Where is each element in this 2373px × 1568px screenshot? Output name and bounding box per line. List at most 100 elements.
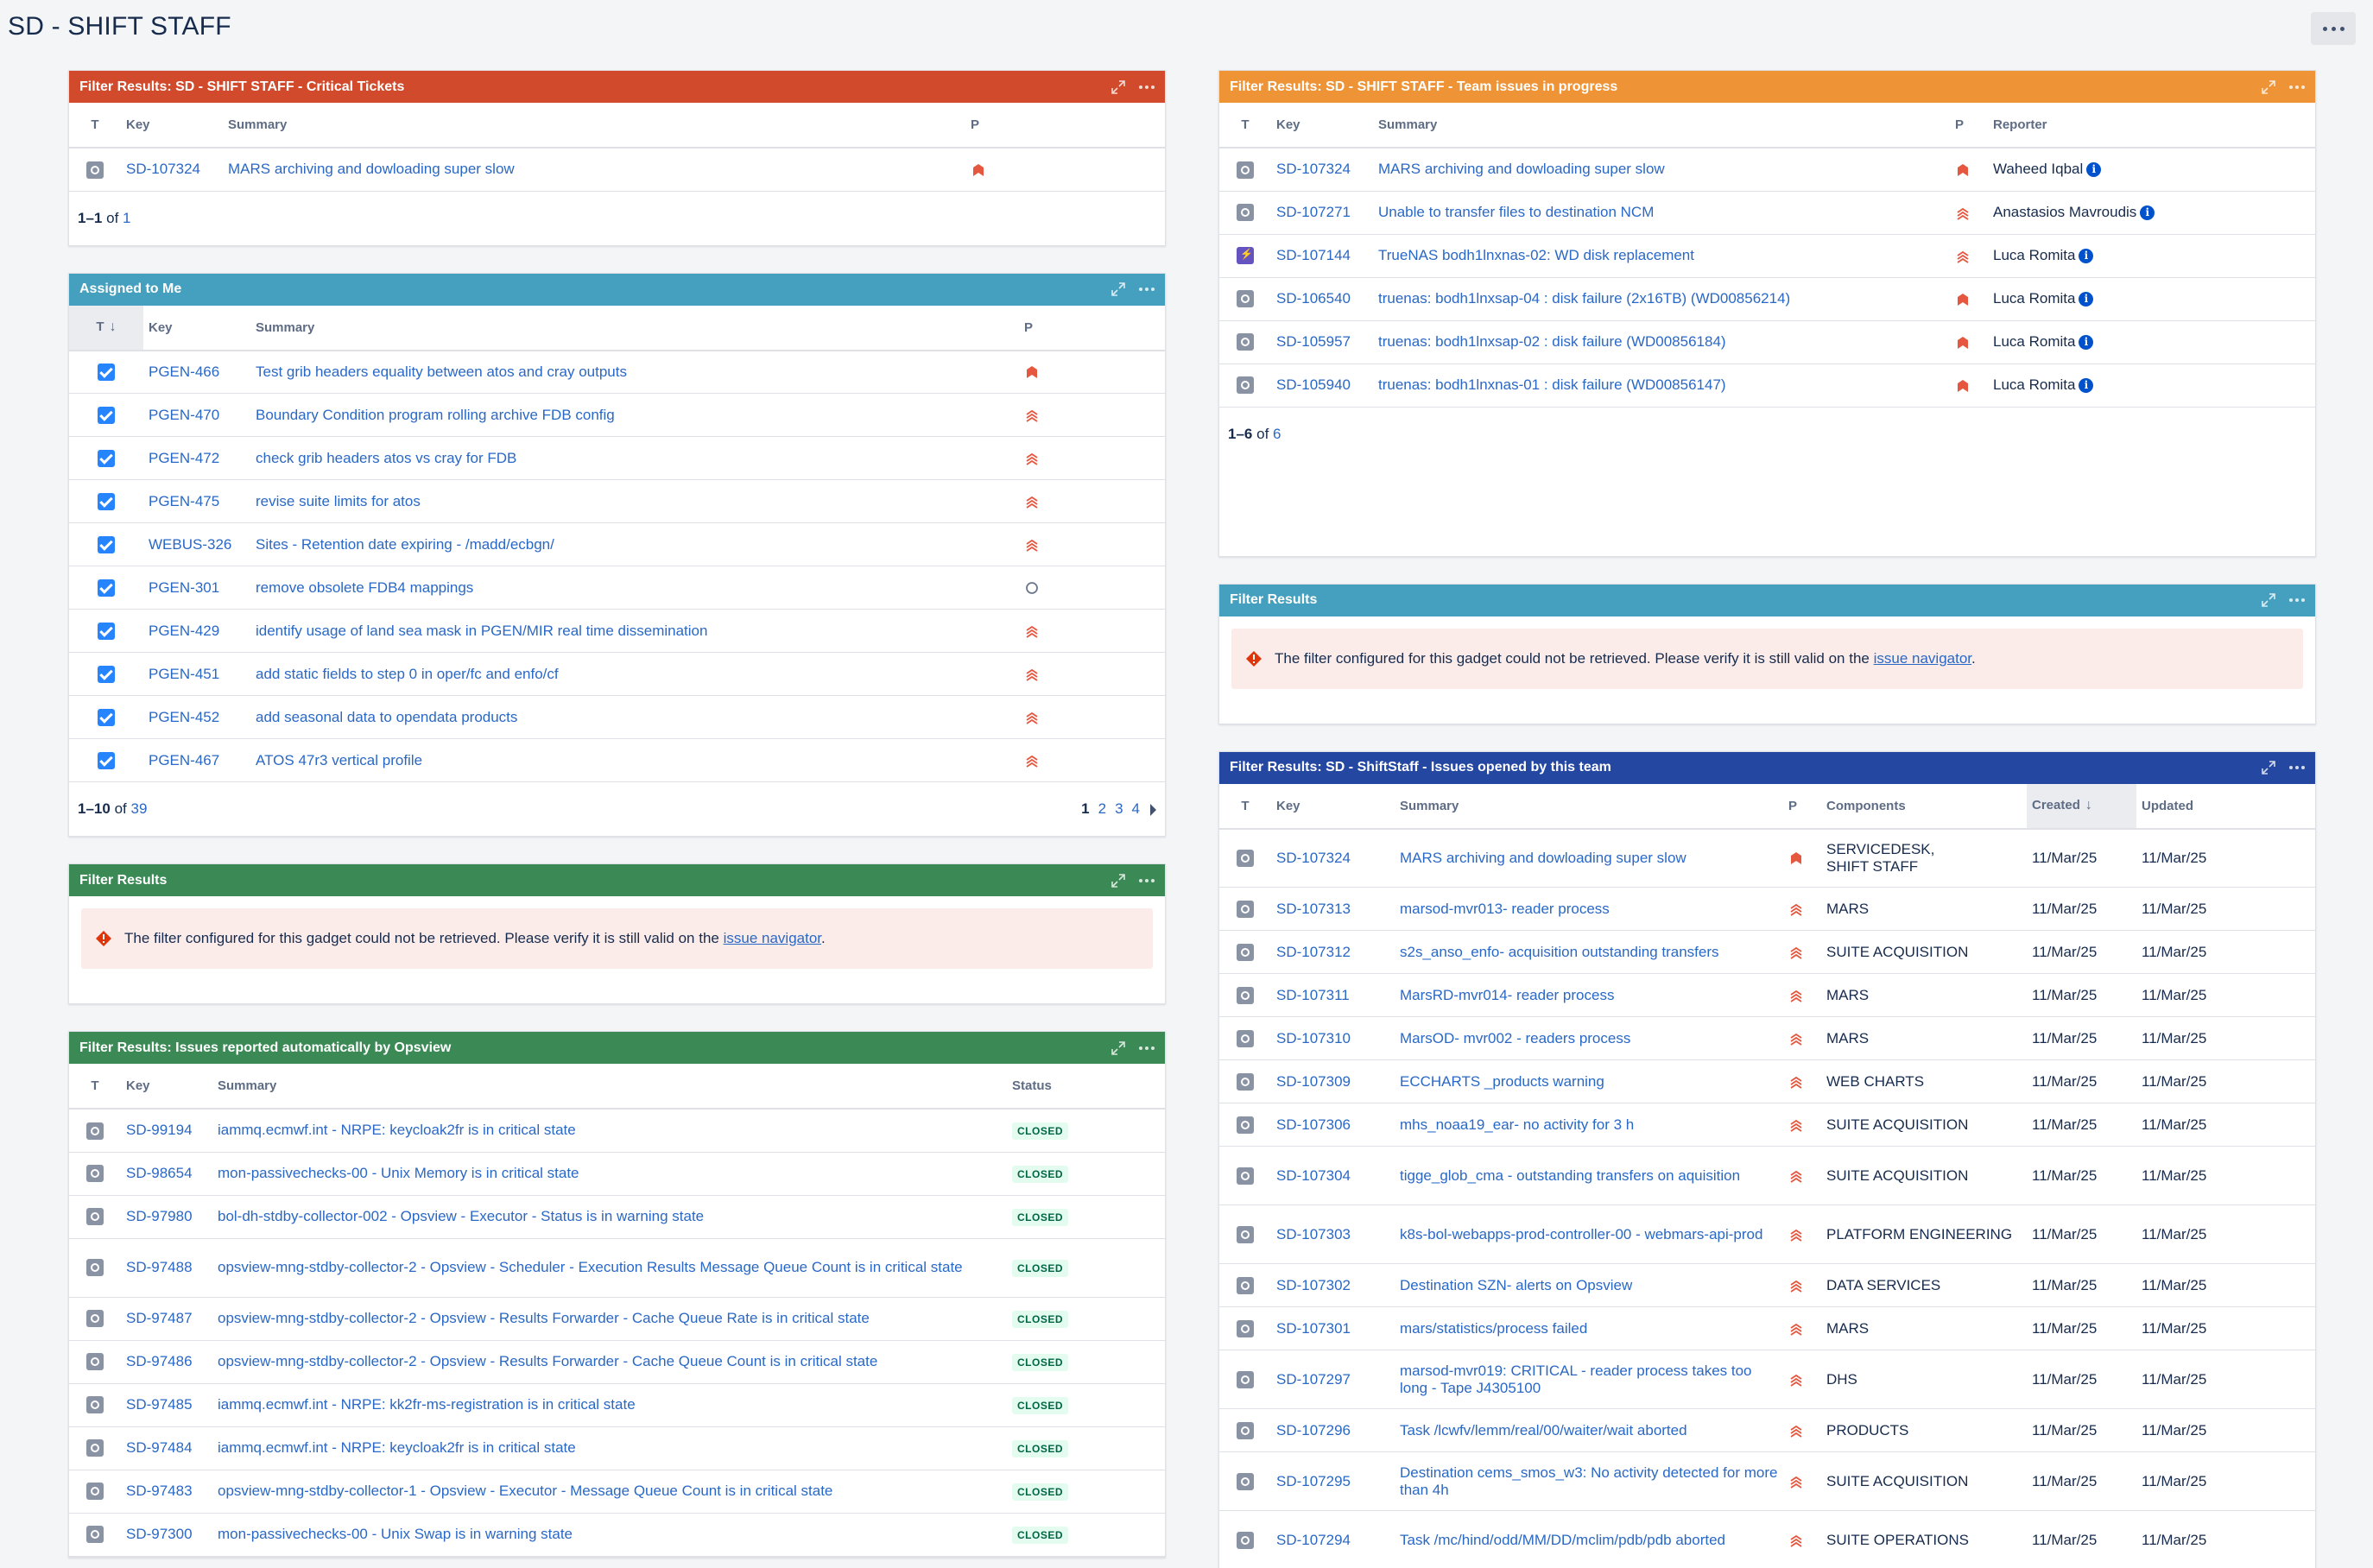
issue-key-link[interactable]: SD-97485 xyxy=(126,1396,193,1413)
results-total-link[interactable]: 1 xyxy=(123,210,130,226)
issue-key-link[interactable]: SD-106540 xyxy=(1276,290,1351,307)
issue-key-link[interactable]: SD-98654 xyxy=(126,1165,193,1181)
issue-summary-link[interactable]: Sites - Retention date expiring - /madd/… xyxy=(256,536,554,553)
issue-key-link[interactable]: PGEN-466 xyxy=(149,364,219,380)
issue-key-link[interactable]: SD-97484 xyxy=(126,1439,193,1456)
issue-key-link[interactable]: SD-105940 xyxy=(1276,376,1351,393)
col-key[interactable]: Key xyxy=(121,103,223,149)
issue-summary-link[interactable]: ECCHARTS _products warning xyxy=(1400,1073,1604,1090)
issue-summary-link[interactable]: s2s_anso_enfo- acquisition outstanding t… xyxy=(1400,944,1719,960)
issue-summary-link[interactable]: Task /mc/hind/odd/MM/DD/mclim/pdb/pdb ab… xyxy=(1400,1532,1725,1548)
col-summary[interactable]: Summary xyxy=(250,305,1019,351)
col-priority[interactable]: P xyxy=(1783,783,1821,830)
issue-summary-link[interactable]: MarsRD-mvr014- reader process xyxy=(1400,987,1614,1003)
issue-key-link[interactable]: SD-107303 xyxy=(1276,1226,1351,1242)
col-created[interactable]: Created ↓ xyxy=(2027,783,2136,830)
issue-summary-link[interactable]: marsod-mvr019: CRITICAL - reader process… xyxy=(1400,1363,1752,1396)
expand-icon[interactable] xyxy=(2260,79,2277,96)
issue-key-link[interactable]: SD-107294 xyxy=(1276,1532,1351,1548)
issue-summary-link[interactable]: remove obsolete FDB4 mappings xyxy=(256,579,473,596)
issue-summary-link[interactable]: opsview-mng-stdby-collector-2 - Opsview … xyxy=(218,1310,870,1326)
issue-summary-link[interactable]: MarsOD- mvr002 - readers process xyxy=(1400,1030,1630,1046)
issue-key-link[interactable]: SD-97300 xyxy=(126,1526,193,1542)
issue-summary-link[interactable]: check grib headers atos vs cray for FDB xyxy=(256,450,516,466)
issue-key-link[interactable]: SD-107271 xyxy=(1276,204,1351,220)
page-1[interactable]: 1 xyxy=(1081,800,1089,817)
issue-summary-link[interactable]: MARS archiving and dowloading super slow xyxy=(1378,161,1665,177)
issue-key-link[interactable]: WEBUS-326 xyxy=(149,536,231,553)
col-key[interactable]: Key xyxy=(121,1064,212,1110)
page-4[interactable]: 4 xyxy=(1132,800,1140,817)
issue-summary-link[interactable]: Task /lcwfv/lemm/real/00/waiter/wait abo… xyxy=(1400,1422,1687,1438)
issue-summary-link[interactable]: Test grib headers equality between atos … xyxy=(256,364,627,380)
issue-key-link[interactable]: SD-105957 xyxy=(1276,333,1351,350)
issue-summary-link[interactable]: MARS archiving and dowloading super slow xyxy=(228,161,515,177)
page-3[interactable]: 3 xyxy=(1115,800,1123,817)
issue-summary-link[interactable]: iammq.ecmwf.int - NRPE: keycloak2fr is i… xyxy=(218,1439,576,1456)
col-key[interactable]: Key xyxy=(143,305,250,351)
col-reporter[interactable]: Reporter xyxy=(1988,103,2315,149)
issue-key-link[interactable]: PGEN-472 xyxy=(149,450,219,466)
issue-summary-link[interactable]: Destination SZN- alerts on Opsview xyxy=(1400,1277,1632,1293)
issue-summary-link[interactable]: add static fields to step 0 in oper/fc a… xyxy=(256,666,559,682)
info-icon[interactable]: i xyxy=(2079,249,2094,264)
issue-summary-link[interactable]: k8s-bol-webapps-prod-controller-00 - web… xyxy=(1400,1226,1762,1242)
gadget-menu-icon[interactable] xyxy=(2289,766,2305,769)
issue-summary-link[interactable]: Boundary Condition program rolling archi… xyxy=(256,407,615,423)
issue-summary-link[interactable]: mhs_noaa19_ear- no activity for 3 h xyxy=(1400,1116,1634,1133)
issue-summary-link[interactable]: mars/statistics/process failed xyxy=(1400,1320,1587,1337)
issue-summary-link[interactable]: opsview-mng-stdby-collector-2 - Opsview … xyxy=(218,1259,963,1275)
issue-summary-link[interactable]: mon-passivechecks-00 - Unix Swap is in w… xyxy=(218,1526,573,1542)
issue-key-link[interactable]: SD-99194 xyxy=(126,1122,193,1138)
issue-key-link[interactable]: SD-107310 xyxy=(1276,1030,1351,1046)
col-priority[interactable]: P xyxy=(1019,305,1165,351)
issue-key-link[interactable]: PGEN-429 xyxy=(149,623,219,639)
issue-summary-link[interactable]: truenas: bodh1lnxsap-04 : disk failure (… xyxy=(1378,290,1790,307)
info-icon[interactable]: i xyxy=(2079,335,2094,351)
issue-summary-link[interactable]: iammq.ecmwf.int - NRPE: keycloak2fr is i… xyxy=(218,1122,576,1138)
info-icon[interactable]: i xyxy=(2079,292,2094,307)
issue-summary-link[interactable]: opsview-mng-stdby-collector-1 - Opsview … xyxy=(218,1483,832,1499)
issue-summary-link[interactable]: tigge_glob_cma - outstanding transfers o… xyxy=(1400,1167,1740,1184)
issue-key-link[interactable]: SD-97487 xyxy=(126,1310,193,1326)
col-components[interactable]: Components xyxy=(1821,783,2027,830)
issue-key-link[interactable]: PGEN-451 xyxy=(149,666,219,682)
results-total-link[interactable]: 39 xyxy=(130,800,147,817)
issue-key-link[interactable]: PGEN-467 xyxy=(149,752,219,768)
issue-summary-link[interactable]: opsview-mng-stdby-collector-2 - Opsview … xyxy=(218,1353,877,1369)
issue-summary-link[interactable]: iammq.ecmwf.int - NRPE: kk2fr-ms-registr… xyxy=(218,1396,636,1413)
issue-key-link[interactable]: SD-107306 xyxy=(1276,1116,1351,1133)
gadget-menu-icon[interactable] xyxy=(1139,85,1155,89)
col-summary[interactable]: Summary xyxy=(212,1064,1007,1110)
issue-key-link[interactable]: SD-97483 xyxy=(126,1483,193,1499)
issue-summary-link[interactable]: bol-dh-stdby-collector-002 - Opsview - E… xyxy=(218,1208,704,1224)
expand-icon[interactable] xyxy=(1110,281,1127,298)
issue-key-link[interactable]: SD-107324 xyxy=(1276,850,1351,866)
page-2[interactable]: 2 xyxy=(1098,800,1106,817)
issue-key-link[interactable]: SD-107295 xyxy=(1276,1473,1351,1489)
issue-summary-link[interactable]: ATOS 47r3 vertical profile xyxy=(256,752,422,768)
next-page-icon[interactable] xyxy=(1150,803,1156,816)
expand-icon[interactable] xyxy=(2260,759,2277,776)
info-icon[interactable]: i xyxy=(2140,205,2155,221)
issue-summary-link[interactable]: marsod-mvr013- reader process xyxy=(1400,901,1610,917)
issue-navigator-link[interactable]: issue navigator xyxy=(724,930,821,946)
issue-key-link[interactable]: SD-107297 xyxy=(1276,1371,1351,1388)
col-type[interactable]: T xyxy=(69,1064,121,1110)
col-updated[interactable]: Updated xyxy=(2136,783,2315,830)
col-priority[interactable]: P xyxy=(965,103,1165,149)
issue-key-link[interactable]: SD-107313 xyxy=(1276,901,1351,917)
issue-summary-link[interactable]: MARS archiving and dowloading super slow xyxy=(1400,850,1686,866)
gadget-menu-icon[interactable] xyxy=(1139,288,1155,291)
issue-key-link[interactable]: SD-107301 xyxy=(1276,1320,1351,1337)
gadget-menu-icon[interactable] xyxy=(2289,85,2305,89)
issue-summary-link[interactable]: revise suite limits for atos xyxy=(256,493,421,509)
results-total-link[interactable]: 6 xyxy=(1273,426,1281,442)
issue-navigator-link[interactable]: issue navigator xyxy=(1874,650,1971,667)
col-type[interactable]: T ↓ xyxy=(69,305,143,351)
issue-key-link[interactable]: SD-97980 xyxy=(126,1208,193,1224)
col-type[interactable]: T xyxy=(1219,783,1271,830)
issue-key-link[interactable]: SD-107302 xyxy=(1276,1277,1351,1293)
issue-key-link[interactable]: SD-107324 xyxy=(1276,161,1351,177)
more-options-button[interactable] xyxy=(2311,12,2356,45)
